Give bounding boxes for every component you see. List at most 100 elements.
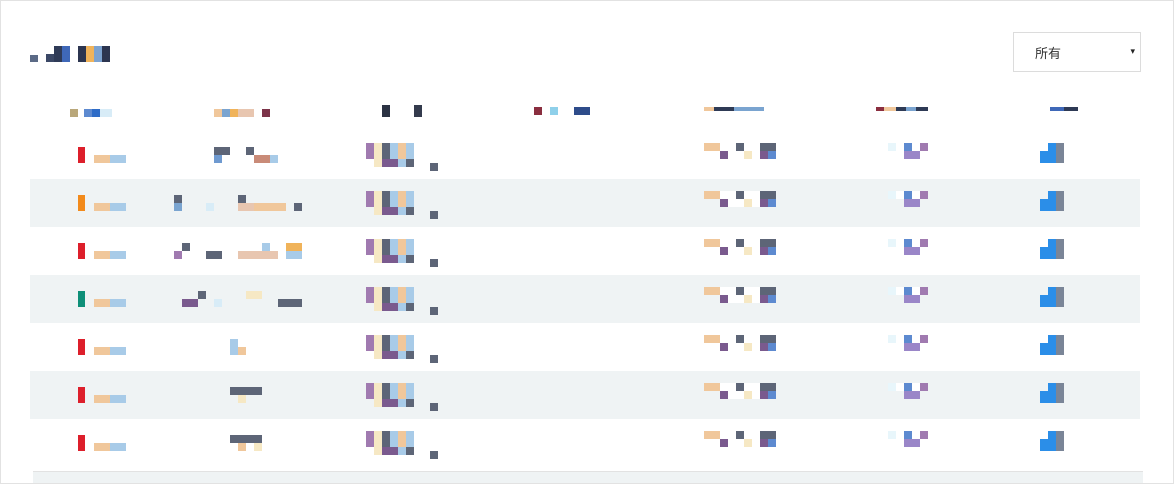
table-row[interactable]	[30, 227, 1140, 275]
issue-table	[30, 93, 1140, 467]
column-header[interactable]	[876, 107, 928, 111]
row-cell	[888, 191, 928, 199]
row-cell	[904, 439, 920, 447]
row-cell	[238, 251, 278, 259]
row-cell	[430, 355, 438, 363]
row-cell	[254, 443, 262, 451]
status-icon	[1056, 239, 1064, 259]
row-cell	[238, 443, 246, 451]
column-header[interactable]	[534, 107, 590, 115]
priority-indicator	[78, 435, 85, 451]
row-cell	[366, 191, 414, 207]
row-cell	[888, 383, 928, 391]
row-cell	[704, 143, 776, 151]
row-cell	[366, 431, 414, 447]
row-cell	[430, 211, 438, 219]
row-cell	[720, 391, 776, 399]
row-cell	[246, 147, 254, 155]
row-cell	[888, 335, 928, 343]
column-header[interactable]	[1050, 107, 1078, 111]
row-cell	[238, 347, 246, 355]
status-icon	[1040, 391, 1056, 403]
priority-indicator	[78, 339, 85, 355]
row-cell	[888, 287, 928, 295]
row-cell	[294, 203, 302, 211]
row-cell	[278, 299, 302, 307]
status-icon	[1048, 287, 1056, 295]
column-header[interactable]	[70, 109, 112, 117]
row-cell	[270, 155, 278, 163]
row-cell	[214, 299, 222, 307]
row-cell	[230, 339, 238, 355]
row-cell	[286, 251, 302, 259]
row-cell	[888, 143, 928, 151]
row-cell	[238, 195, 246, 203]
row-cell	[374, 255, 414, 263]
row-cell	[238, 395, 246, 403]
page-title	[30, 44, 110, 62]
status-icon	[1040, 343, 1056, 355]
row-cell	[374, 399, 414, 407]
row-cell	[720, 439, 776, 447]
row-cell	[904, 247, 920, 255]
row-cell	[94, 251, 126, 259]
status-icon	[1056, 335, 1064, 355]
table-row[interactable]	[30, 179, 1140, 227]
row-cell	[366, 335, 414, 351]
row-cell	[238, 203, 254, 211]
status-icon	[1040, 295, 1056, 307]
row-cell	[366, 287, 414, 303]
status-icon	[1048, 335, 1056, 343]
row-cell	[720, 199, 776, 207]
row-cell	[254, 155, 270, 163]
row-cell	[720, 295, 776, 303]
row-cell	[430, 403, 438, 411]
row-cell	[262, 243, 270, 251]
priority-indicator	[78, 195, 85, 211]
table-row[interactable]	[30, 371, 1140, 419]
row-cell	[94, 203, 126, 211]
status-icon	[1040, 151, 1056, 163]
row-cell	[374, 303, 414, 311]
row-cell	[904, 295, 920, 303]
row-cell	[94, 395, 126, 403]
row-cell	[430, 451, 438, 459]
table-row[interactable]	[30, 131, 1140, 179]
row-cell	[182, 243, 190, 251]
row-cell	[888, 431, 928, 439]
row-cell	[214, 155, 222, 163]
status-icon	[1056, 431, 1064, 451]
column-header[interactable]	[382, 105, 422, 117]
row-cell	[904, 151, 920, 159]
row-cell	[230, 147, 238, 155]
row-cell	[704, 431, 776, 439]
priority-indicator	[78, 291, 85, 307]
column-header[interactable]	[704, 107, 764, 111]
row-cell	[374, 159, 414, 167]
status-icon	[1040, 199, 1056, 211]
row-cell	[206, 251, 222, 259]
table-footer	[33, 471, 1143, 483]
priority-indicator	[78, 243, 85, 259]
status-icon	[1040, 439, 1056, 451]
status-icon	[1056, 287, 1064, 307]
table-row[interactable]	[30, 419, 1140, 467]
row-cell	[230, 387, 262, 395]
row-cell	[366, 239, 414, 255]
row-cell	[374, 207, 414, 215]
row-cell	[94, 443, 126, 451]
row-cell	[230, 435, 262, 443]
row-cell	[214, 147, 230, 155]
status-icon	[1056, 383, 1064, 403]
list-panel: 所有 ▾	[0, 0, 1174, 484]
table-row[interactable]	[30, 323, 1140, 371]
table-row[interactable]	[30, 275, 1140, 323]
column-header[interactable]	[214, 109, 270, 117]
row-cell	[704, 335, 776, 343]
row-cell	[366, 383, 414, 399]
table-header	[30, 93, 1140, 131]
filter-select[interactable]: 所有 ▾	[1013, 32, 1141, 72]
row-cell	[246, 291, 262, 299]
status-icon	[1056, 191, 1064, 211]
status-icon	[1048, 239, 1056, 247]
